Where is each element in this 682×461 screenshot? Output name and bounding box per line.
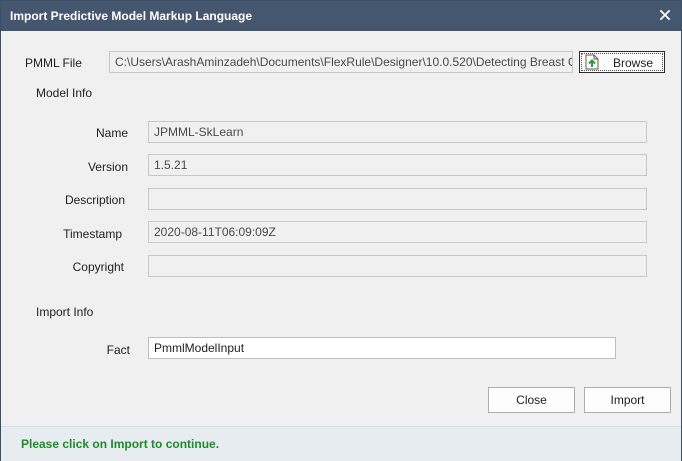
dialog-content: PMML File C:\Users\ArashAminzadeh\Docume… <box>1 32 681 425</box>
version-field[interactable]: 1.5.21 <box>148 154 647 176</box>
timestamp-field[interactable]: 2020-08-11T06:09:09Z <box>148 221 647 243</box>
description-label: Description <box>64 193 125 207</box>
import-info-heading: Import Info <box>36 305 94 319</box>
copyright-field[interactable] <box>148 255 647 277</box>
browse-button[interactable]: Browse <box>579 51 665 73</box>
close-icon[interactable] <box>657 7 673 23</box>
status-bar: Please click on Import to continue. <box>1 426 681 461</box>
browse-button-label: Browse <box>613 56 654 70</box>
fact-label: Fact <box>106 343 130 357</box>
fact-input[interactable]: PmmlModelInput <box>148 337 616 359</box>
name-field[interactable]: JPMML-SkLearn <box>148 121 647 143</box>
title-bar: Import Predictive Model Markup Language <box>1 1 681 31</box>
version-label: Version <box>87 160 128 174</box>
close-button[interactable]: Close <box>488 387 575 413</box>
pmml-file-path-field[interactable]: C:\Users\ArashAminzadeh\Documents\FlexRu… <box>109 51 573 73</box>
file-upload-icon <box>585 54 599 73</box>
copyright-label: Copyright <box>72 260 124 274</box>
timestamp-label: Timestamp <box>63 227 122 241</box>
name-label: Name <box>95 126 128 140</box>
import-pmml-dialog: Import Predictive Model Markup Language … <box>0 0 682 461</box>
description-field[interactable] <box>148 188 647 210</box>
status-message: Please click on Import to continue. <box>21 437 220 451</box>
pmml-file-label: PMML File <box>25 56 82 70</box>
import-button[interactable]: Import <box>584 387 671 413</box>
model-info-heading: Model Info <box>36 86 93 100</box>
dialog-title: Import Predictive Model Markup Language <box>10 9 253 23</box>
